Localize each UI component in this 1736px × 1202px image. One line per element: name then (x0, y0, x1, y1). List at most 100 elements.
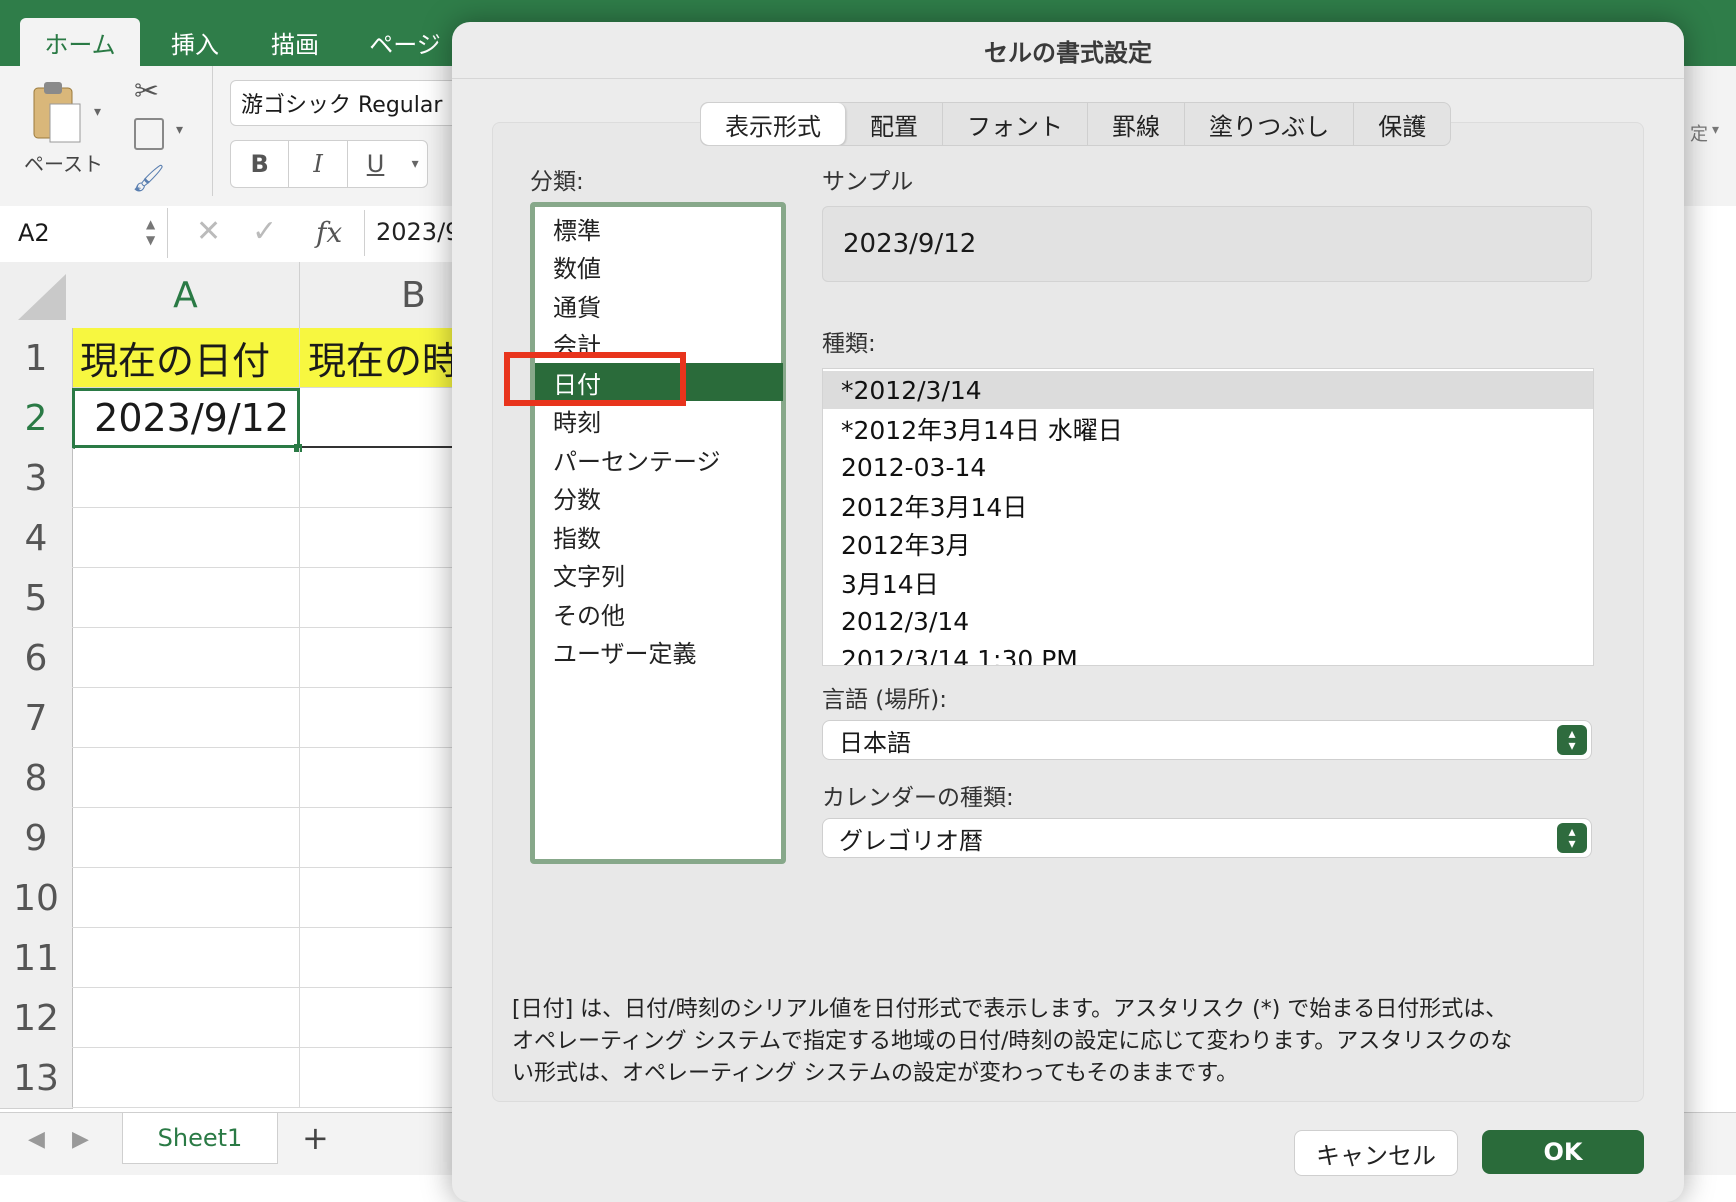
grid-cell[interactable] (72, 988, 300, 1048)
grid-cell[interactable] (72, 508, 300, 568)
row-header-10[interactable]: 10 (0, 868, 73, 929)
category-item[interactable]: 数値 (553, 248, 601, 286)
cancel-entry-icon[interactable]: ✕ (196, 214, 221, 249)
format-description: [日付] は、日付/時刻のシリアル値を日付形式で表示します。アスタリスク (*)… (512, 994, 1612, 1090)
category-item[interactable]: 標準 (553, 209, 601, 247)
updown-chevron-icon[interactable]: ▴ ▾ (1557, 725, 1587, 755)
tab-page[interactable]: ページ (360, 18, 450, 66)
tab-fill[interactable]: 塗りつぶし (1185, 103, 1355, 145)
row-header-9[interactable]: 9 (0, 808, 73, 869)
grid-cell[interactable] (72, 688, 300, 748)
category-item[interactable]: その他 (553, 594, 625, 632)
grid-cell[interactable] (72, 808, 300, 868)
bold-button[interactable]: B (231, 141, 290, 187)
paste-label: ペースト (24, 152, 103, 176)
row-header-2[interactable]: 2 (0, 388, 75, 449)
row-header-13[interactable]: 13 (0, 1048, 73, 1109)
category-item[interactable]: 指数 (553, 517, 601, 555)
category-list[interactable]: 標準 数値 通貨 会計 日付 時刻 パーセンテージ 分数 指数 文字列 その他 ユーザー定義 (530, 202, 786, 864)
grid-cell[interactable] (72, 628, 300, 688)
category-item[interactable]: ユーザー定義 (553, 633, 697, 671)
description-line: オペレーティング システムで指定する地域の日付/時刻の設定に応じて変わります。ア… (512, 1029, 1513, 1054)
tab-alignment[interactable]: 配置 (846, 103, 943, 145)
category-item[interactable]: 時刻 (553, 402, 601, 440)
sample-label: サンプル (822, 169, 914, 195)
column-header-a[interactable]: A (72, 262, 300, 331)
paste-icon[interactable] (28, 78, 84, 148)
row-header-4[interactable]: 4 (0, 508, 73, 569)
tab-number[interactable]: 表示形式 (701, 103, 846, 145)
ribbon-right-dropdown-icon[interactable]: ▾ (1712, 122, 1719, 138)
name-box-stepper-icon[interactable]: ▲ ▼ (146, 216, 155, 248)
format-painter-icon[interactable]: 🖌 (132, 164, 165, 194)
row-header-12[interactable]: 12 (0, 988, 73, 1049)
type-item[interactable]: 2012/3/14 (841, 602, 969, 640)
sheet-tab-sheet1[interactable]: Sheet1 (122, 1113, 278, 1164)
font-name-input[interactable]: 游ゴシック Regular (230, 80, 460, 126)
underline-dropdown-icon[interactable]: ▾ (403, 141, 427, 187)
type-item[interactable]: *2012年3月14日 水曜日 (841, 410, 1123, 448)
function-icon[interactable]: fx (316, 216, 342, 249)
cell-a2-selected[interactable]: 2023/9/12 (72, 388, 300, 448)
tab-draw[interactable]: 描画 (250, 18, 340, 66)
type-item[interactable]: 2012-03-14 (841, 448, 986, 486)
formula-divider (364, 210, 365, 256)
copy-dropdown-icon[interactable]: ▾ (176, 122, 183, 138)
row-header-8[interactable]: 8 (0, 748, 73, 809)
add-sheet-button[interactable]: + (302, 1119, 329, 1157)
category-label: 分類: (530, 169, 584, 195)
calendar-value: グレゴリオ暦 (839, 826, 983, 855)
copy-icon[interactable] (134, 118, 164, 150)
tab-font[interactable]: フォント (943, 103, 1088, 145)
category-item[interactable]: 文字列 (553, 556, 625, 594)
row-header-7[interactable]: 7 (0, 688, 73, 749)
grid-cell[interactable] (72, 1048, 300, 1108)
type-item[interactable]: 2012年3月14日 (841, 487, 1027, 525)
tab-border[interactable]: 罫線 (1088, 103, 1185, 145)
cancel-button[interactable]: キャンセル (1294, 1130, 1458, 1176)
prev-sheet-icon[interactable]: ◀ (28, 1127, 45, 1152)
category-item[interactable]: パーセンテージ (553, 440, 721, 478)
type-list[interactable]: *2012/3/14 *2012年3月14日 水曜日 2012-03-14 2012年… (822, 368, 1594, 666)
type-item[interactable]: 2012年3月 (841, 525, 971, 563)
description-line: [日付] は、日付/時刻のシリアル値を日付形式で表示します。アスタリスク (*)… (512, 997, 1508, 1022)
select-all-corner[interactable] (0, 262, 73, 329)
category-item[interactable]: 通貨 (553, 286, 601, 324)
cut-icon[interactable]: ✂ (134, 74, 159, 109)
tab-insert[interactable]: 挿入 (150, 18, 240, 66)
row-header-6[interactable]: 6 (0, 628, 73, 689)
type-item[interactable]: 3月14日 (841, 564, 939, 602)
grid-cell[interactable] (72, 748, 300, 808)
calendar-label: カレンダーの種類: (822, 785, 1014, 811)
calendar-select[interactable]: グレゴリオ暦 ▴ ▾ (822, 818, 1592, 858)
name-box[interactable]: A2 (0, 208, 168, 258)
type-item[interactable]: 2012/3/14 1:30 PM (841, 641, 1078, 665)
row-header-11[interactable]: 11 (0, 928, 73, 989)
italic-button[interactable]: I (289, 141, 348, 187)
locale-select[interactable]: 日本語 ▴ ▾ (822, 720, 1592, 760)
dialog-tab-bar: 表示形式 配置 フォント 罫線 塗りつぶし 保護 (700, 102, 1452, 146)
tab-protection[interactable]: 保護 (1354, 103, 1450, 145)
locale-value: 日本語 (839, 728, 911, 757)
tab-home[interactable]: ホーム (20, 18, 140, 66)
confirm-entry-icon[interactable]: ✓ (252, 214, 277, 249)
category-item[interactable]: 分数 (553, 479, 601, 517)
grid-cell[interactable] (72, 868, 300, 928)
grid-cell[interactable] (72, 568, 300, 628)
dialog-title: セルの書式設定 (452, 22, 1684, 79)
row-header-1[interactable]: 1 (0, 328, 73, 389)
cell-a1[interactable]: 現在の日付 (72, 328, 300, 388)
row-header-5[interactable]: 5 (0, 568, 73, 629)
formula-content[interactable]: 2023/9 (376, 218, 460, 246)
format-cells-dialog: セルの書式設定 表示形式 配置 フォント 罫線 塗りつぶし 保護 分類: 標準数… (452, 22, 1684, 1202)
row-header-3[interactable]: 3 (0, 448, 73, 509)
updown-chevron-icon[interactable]: ▴ ▾ (1557, 823, 1587, 853)
underline-button[interactable]: U (348, 141, 403, 187)
grid-cell[interactable] (72, 928, 300, 988)
font-style-group: B I U ▾ (230, 140, 428, 188)
grid-cell[interactable] (72, 448, 300, 508)
next-sheet-icon[interactable]: ▶ (72, 1127, 89, 1152)
paste-dropdown-icon[interactable]: ▾ (94, 104, 101, 120)
type-item[interactable]: *2012/3/14 (841, 371, 982, 409)
ok-button[interactable]: OK (1482, 1130, 1644, 1174)
